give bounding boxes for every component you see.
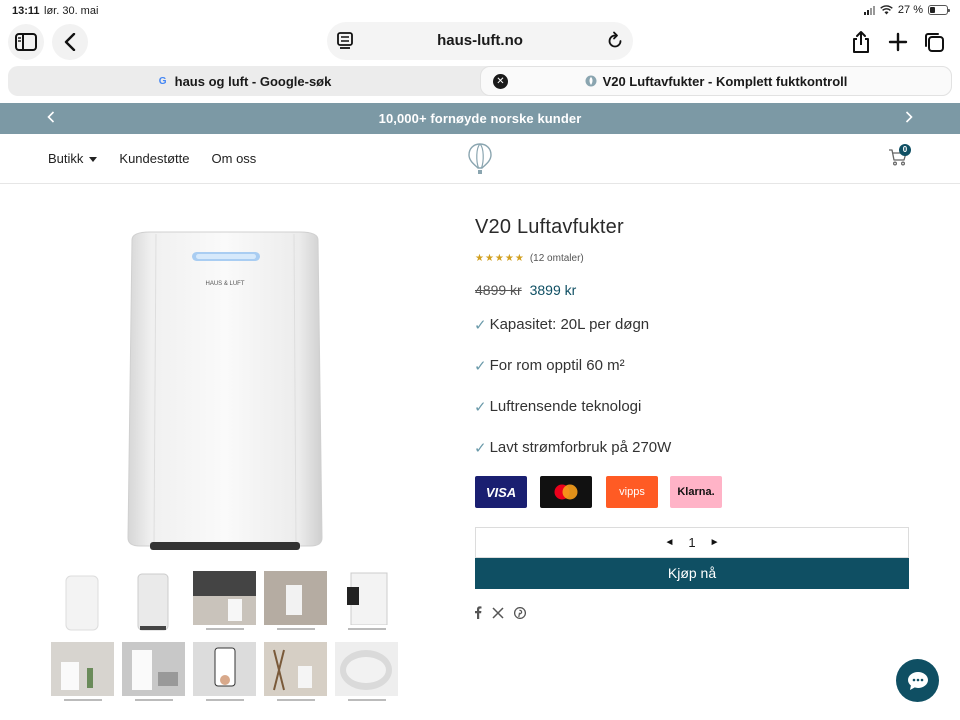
x-twitter-icon[interactable] <box>492 606 504 619</box>
check-icon: ✓ <box>474 399 487 416</box>
feature-text: Luftrensende teknologi <box>489 398 642 415</box>
battery-percent: 27 % <box>897 4 923 16</box>
product-main-image[interactable]: HAUS & LUFT <box>110 220 340 560</box>
product-title: V20 Luftavfukter <box>475 216 624 238</box>
original-price: 4899 kr <box>475 282 522 298</box>
status-indicators: 27 % <box>863 4 950 16</box>
thumbnail-7[interactable] <box>122 642 185 705</box>
feature-text: Kapasitet: 20L per døgn <box>489 316 650 333</box>
new-tab-button[interactable] <box>884 28 912 56</box>
chat-button[interactable] <box>896 659 939 702</box>
social-share <box>474 606 526 619</box>
dehumidifier-image: HAUS & LUFT <box>127 231 323 550</box>
share-icon <box>853 31 869 53</box>
browser-toolbar: haus-luft.no <box>0 22 960 62</box>
nav-label: Butikk <box>48 151 84 166</box>
feature-list: ✓ Kapasitet: 20L per døgn ✓ For rom opptil… <box>474 316 671 480</box>
status-time: 13:11 <box>12 5 40 17</box>
thumbnail-9[interactable] <box>264 642 327 705</box>
tab-google-search[interactable]: G haus og luft - Google-søk <box>8 66 480 96</box>
quantity-stepper: ◄ 1 ► <box>475 527 909 558</box>
status-date: lør. 30. mai <box>44 5 99 17</box>
sidebar-toggle-button[interactable] <box>8 24 44 60</box>
feature-item: ✓ Luftrensende teknologi <box>474 398 671 439</box>
feature-item: ✓ Kapasitet: 20L per døgn <box>474 316 671 357</box>
caret-down-icon <box>89 157 98 163</box>
check-icon: ✓ <box>474 317 487 334</box>
quantity-value[interactable]: 1 <box>688 535 695 550</box>
close-icon[interactable]: ✕ <box>493 74 508 89</box>
mastercard-icon <box>554 484 578 500</box>
back-button[interactable] <box>52 24 88 60</box>
thumbnail-5[interactable] <box>335 571 398 634</box>
site-logo[interactable] <box>468 143 492 180</box>
thumbnail-8[interactable] <box>193 642 256 705</box>
visa-logo: VISA <box>475 476 527 508</box>
main-nav: Butikk Kundestøtte Om oss <box>48 151 256 166</box>
check-icon: ✓ <box>474 440 487 457</box>
share-button[interactable] <box>847 28 875 56</box>
announcement-text: 10,000+ fornøyde norske kunder <box>378 111 582 126</box>
thumbnail-4[interactable] <box>264 571 327 634</box>
cart-count-badge: 0 <box>899 144 911 156</box>
announcement-next-button[interactable] <box>905 110 913 126</box>
pinterest-icon[interactable] <box>514 606 526 619</box>
tabs-icon <box>925 33 944 52</box>
feature-item: ✓ For rom opptil 60 m² <box>474 357 671 398</box>
product-rating[interactable]: ★★★★★ (12 omtaler) <box>475 253 584 264</box>
feature-text: For rom opptil 60 m² <box>489 357 625 374</box>
balloon-favicon-icon <box>585 75 597 87</box>
tab-title: haus og luft - Google-søk <box>174 73 332 89</box>
decrease-quantity-button[interactable]: ◄ <box>664 537 674 548</box>
mastercard-logo <box>540 476 592 508</box>
chat-bubble-icon <box>907 671 928 690</box>
nav-item-support[interactable]: Kundestøtte <box>119 151 189 166</box>
hot-air-balloon-logo-icon <box>468 143 492 174</box>
thumbnail-2[interactable] <box>122 571 185 634</box>
buy-now-button[interactable]: Kjøp nå <box>475 558 909 589</box>
status-bar: 13:11 lør. 30. mai 27 % <box>0 0 960 22</box>
sidebar-icon <box>15 33 37 51</box>
thumbnail-6[interactable] <box>51 642 114 705</box>
thumbnail-3[interactable] <box>193 571 256 634</box>
reload-icon[interactable] <box>607 31 623 49</box>
chevron-left-icon <box>64 33 76 51</box>
increase-quantity-button[interactable]: ► <box>710 537 720 548</box>
product-price: 4899 kr 3899 kr <box>475 282 576 298</box>
address-bar[interactable]: haus-luft.no <box>327 22 633 60</box>
vipps-logo: vipps <box>606 476 658 508</box>
rating-stars-icon: ★★★★★ <box>475 253 525 264</box>
review-count: (12 omtaler) <box>529 253 584 264</box>
facebook-icon[interactable] <box>474 606 482 619</box>
nav-item-shop[interactable]: Butikk <box>48 151 98 166</box>
feature-text: Lavt strømforbruk på 270W <box>489 439 672 456</box>
tab-bar: G haus og luft - Google-søk ✕ V20 Luftav… <box>8 66 952 96</box>
thumbnail-10[interactable] <box>335 642 398 705</box>
check-icon: ✓ <box>474 358 487 375</box>
feature-item: ✓ Lavt strømforbruk på 270W <box>474 439 671 480</box>
klarna-logo: Klarna. <box>670 476 722 508</box>
cellular-signal-icon <box>863 5 875 15</box>
brand-label: HAUS & LUFT <box>205 281 244 287</box>
tab-overview-button[interactable] <box>920 28 948 56</box>
site-header: Butikk Kundestøtte Om oss <box>0 134 960 184</box>
url-text: haus-luft.no <box>437 32 523 49</box>
announcement-bar: 10,000+ fornøyde norske kunder <box>0 103 960 134</box>
wifi-icon <box>880 5 893 15</box>
google-favicon-icon: G <box>158 75 167 87</box>
thumbnail-1[interactable] <box>51 571 114 634</box>
tab-title: V20 Luftavfukter - Komplett fuktkontroll <box>602 73 848 89</box>
chevron-right-icon <box>905 111 913 123</box>
battery-icon <box>928 5 950 15</box>
tab-product-page[interactable]: ✕ V20 Luftavfukter - Komplett fuktkontro… <box>480 66 952 96</box>
sale-price: 3899 kr <box>529 282 577 298</box>
nav-item-about[interactable]: Om oss <box>212 151 257 166</box>
plus-icon <box>888 32 908 52</box>
